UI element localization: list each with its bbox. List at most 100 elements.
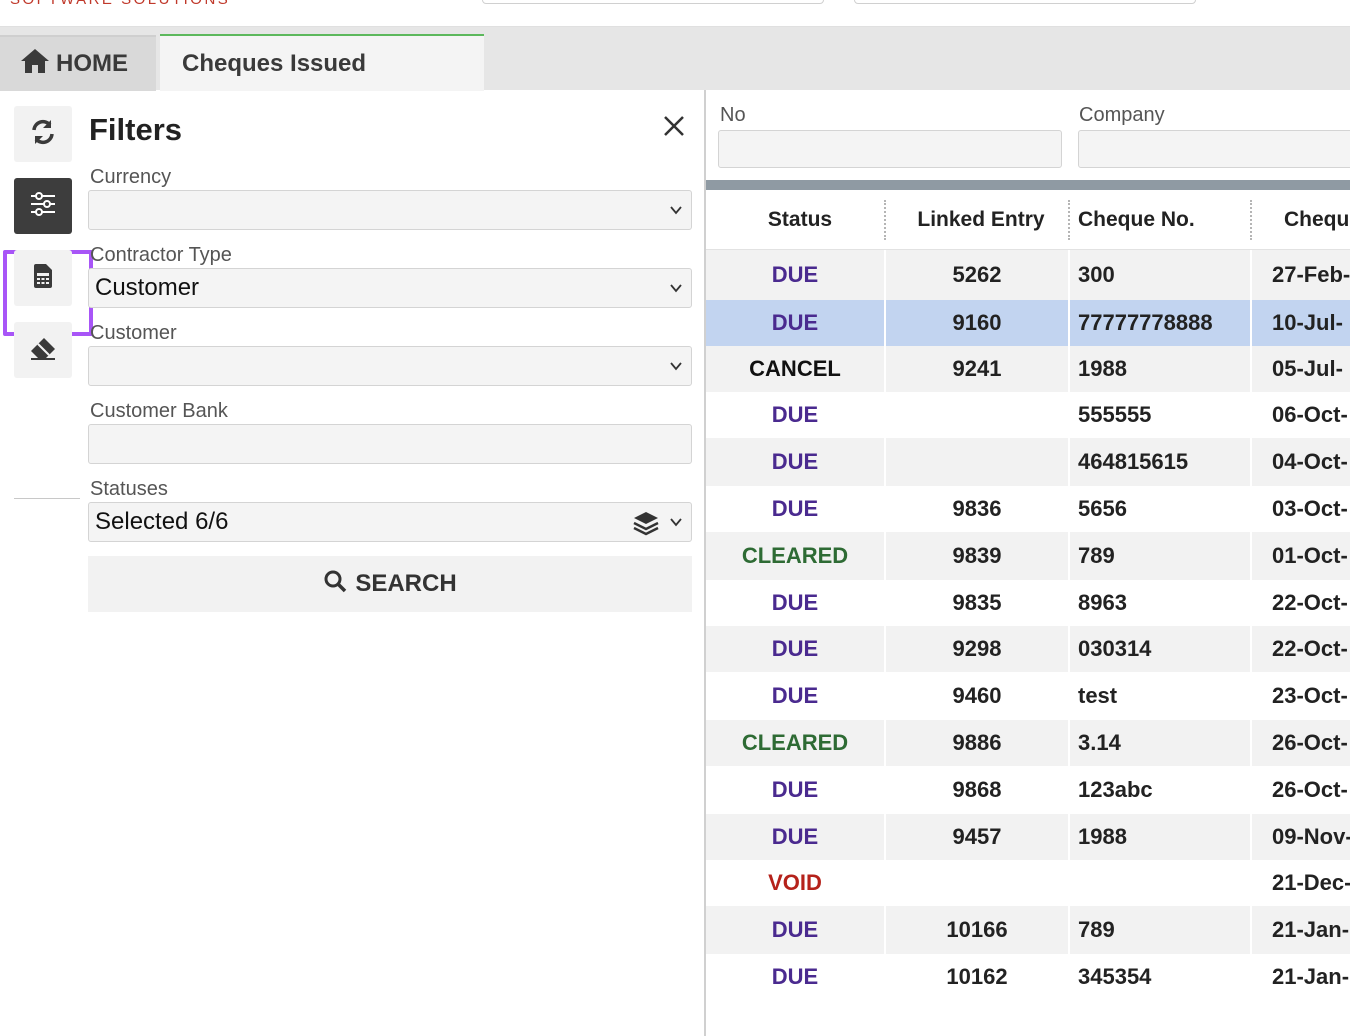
column-resize-handle[interactable] (1250, 200, 1252, 240)
column-divider (1068, 580, 1070, 626)
refresh-icon (30, 119, 56, 150)
cell-status: DUE (771, 402, 819, 427)
cell-status: DUE (771, 310, 819, 335)
cell-cheque-no: 464815615 (1078, 449, 1189, 474)
contractor-type-select[interactable]: Customer (88, 268, 692, 308)
cell-cheque-date: 26-Oct- (1272, 777, 1348, 802)
column-divider (1068, 392, 1070, 438)
table-row[interactable]: DUE 9868 123abc 26-Oct- (706, 766, 1350, 814)
rail-divider (14, 498, 80, 499)
cell-linked-entry: 9835 (952, 590, 1002, 615)
close-filters-button[interactable] (662, 114, 690, 142)
table-row[interactable]: DUE 9298 030314 22-Oct- (706, 626, 1350, 672)
statuses-label: Statuses (90, 478, 168, 500)
column-divider (1250, 392, 1252, 438)
cell-linked-entry: 9868 (952, 777, 1002, 802)
customer-bank-label: Customer Bank (90, 400, 228, 422)
cell-status: DUE (771, 636, 819, 661)
cell-cheque-no: 1988 (1078, 824, 1127, 849)
company-filter-input[interactable] (1078, 130, 1350, 168)
table-row[interactable]: DUE 9460 test 23-Oct- (706, 672, 1350, 720)
cell-status: DUE (771, 449, 819, 474)
cell-linked-entry: 5262 (952, 262, 1002, 287)
customer-bank-input[interactable] (88, 424, 692, 464)
table-row[interactable]: DUE 9160 77777778888 10-Jul- (706, 300, 1350, 346)
cell-linked-entry: 10166 (946, 917, 1008, 942)
column-divider (1250, 438, 1252, 486)
column-divider (1250, 300, 1252, 346)
currency-select[interactable] (88, 190, 692, 230)
tab-bar: HOME Cheques Issued (0, 26, 1350, 91)
table-row[interactable]: VOID 21-Dec- (706, 860, 1350, 906)
filters-toggle-button[interactable] (14, 178, 72, 234)
column-divider (1068, 954, 1070, 1000)
no-filter-input[interactable] (718, 130, 1062, 168)
column-header-cheque-no[interactable]: Cheque No. (1078, 190, 1258, 250)
table-row[interactable]: DUE 5262 300 27-Feb- (706, 250, 1350, 300)
grid-rows: DUE 5262 300 27-Feb- DUE 9160 77777778888 10-Ju… (706, 250, 1350, 1000)
table-row[interactable]: DUE 10162 345354 21-Jan- (706, 954, 1350, 1000)
column-divider (884, 814, 886, 860)
column-header-linked-entry[interactable]: Linked Entry (886, 190, 1076, 250)
column-divider (884, 532, 886, 580)
cell-cheque-no: 555555 (1078, 402, 1152, 427)
column-divider (884, 346, 886, 392)
cell-cheque-date: 03-Oct- (1272, 496, 1348, 521)
close-icon (662, 116, 686, 142)
table-row[interactable]: DUE 464815615 04-Oct- (706, 438, 1350, 486)
cell-linked-entry: 9460 (952, 683, 1002, 708)
top-field-1[interactable] (482, 0, 824, 4)
cell-status: DUE (771, 917, 819, 942)
table-row[interactable]: DUE 10166 789 21-Jan- (706, 906, 1350, 954)
no-filter-label: No (720, 104, 746, 126)
search-button[interactable]: SEARCH (88, 556, 692, 612)
clear-filters-button[interactable] (14, 322, 72, 378)
table-row[interactable]: DUE 9835 8963 22-Oct- (706, 580, 1350, 626)
cell-status: DUE (771, 683, 819, 708)
chevron-down-icon (670, 362, 682, 371)
table-row[interactable]: DUE 555555 06-Oct- (706, 392, 1350, 438)
column-divider (1068, 438, 1070, 486)
table-row[interactable]: CLEARED 9886 3.14 26-Oct- (706, 720, 1350, 766)
cell-cheque-date: 23-Oct- (1272, 683, 1348, 708)
column-divider (884, 486, 886, 532)
column-resize-handle[interactable] (1068, 200, 1070, 240)
table-row[interactable]: CLEARED 9839 789 01-Oct- (706, 532, 1350, 580)
statuses-select[interactable]: Selected 6/6 (88, 502, 692, 542)
column-divider (1250, 486, 1252, 532)
cell-linked-entry: 9836 (952, 496, 1002, 521)
cell-cheque-no: 3.14 (1078, 730, 1121, 755)
cell-linked-entry: 9241 (952, 356, 1002, 381)
cheques-grid: No Company Status Linked Entry Cheque No… (706, 90, 1350, 1036)
filters-title: Filters (89, 112, 183, 147)
brand-text: SOFTWARE SOLUTIONS (10, 0, 230, 8)
cell-cheque-no: 5656 (1078, 496, 1127, 521)
table-row[interactable]: DUE 9836 5656 03-Oct- (706, 486, 1350, 532)
calculator-button[interactable] (14, 250, 72, 306)
cell-linked-entry (886, 392, 1068, 438)
tab-cheques-issued[interactable]: Cheques Issued (160, 34, 484, 91)
column-divider (1250, 250, 1252, 300)
table-row[interactable]: CANCEL 9241 1988 05-Jul- (706, 346, 1350, 392)
customer-label: Customer (90, 322, 177, 344)
cell-status: DUE (771, 262, 819, 287)
column-header-status[interactable]: Status (706, 190, 894, 250)
refresh-button[interactable] (14, 106, 72, 162)
cell-cheque-no: 8963 (1078, 590, 1127, 615)
cell-linked-entry (886, 438, 1068, 486)
tab-home[interactable]: HOME (0, 35, 156, 91)
column-divider (1068, 906, 1070, 954)
column-divider (884, 766, 886, 814)
cell-cheque-date: 21-Jan- (1272, 917, 1350, 942)
column-divider (1068, 300, 1070, 346)
customer-select[interactable] (88, 346, 692, 386)
column-divider (884, 860, 886, 906)
table-row[interactable]: DUE 9457 1988 09-Nov- (706, 814, 1350, 860)
cell-cheque-date: 10-Jul- (1272, 310, 1343, 335)
column-header-cheque-date[interactable]: Cheque (1284, 190, 1350, 250)
top-field-2[interactable] (854, 0, 1196, 4)
grid-column-header: Status Linked Entry Cheque No. Cheque (706, 190, 1350, 250)
cell-cheque-no: 300 (1078, 262, 1115, 287)
cell-cheque-date: 27-Feb- (1272, 262, 1350, 287)
search-icon (323, 569, 347, 600)
